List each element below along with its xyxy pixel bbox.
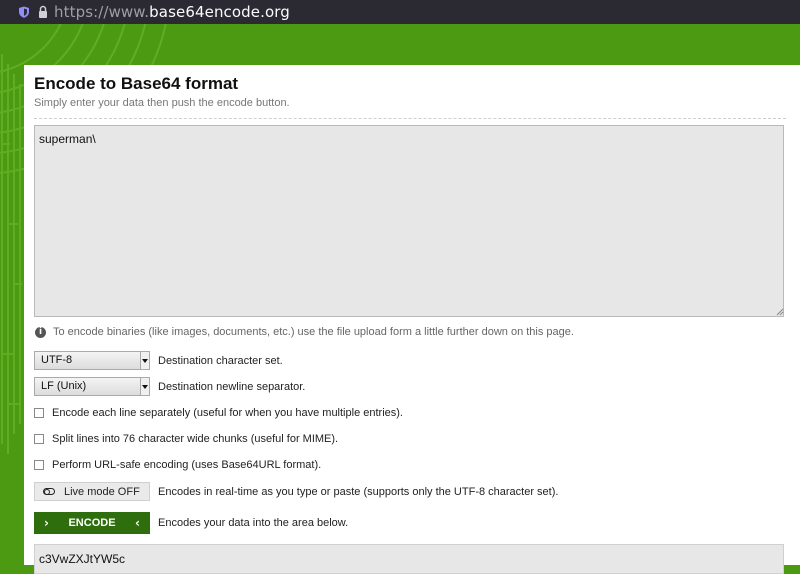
page-subtitle: Simply enter your data then push the enc… [34,97,290,109]
url-safe-label[interactable]: Perform URL-safe encoding (uses Base64UR… [52,459,321,471]
resize-grip-icon[interactable] [776,308,784,316]
newline-select[interactable]: LF (Unix) [34,377,150,396]
chevron-down-icon[interactable] [140,378,149,395]
split-lines-label[interactable]: Split lines into 76 character wide chunk… [52,433,338,445]
info-note: i To encode binaries (like images, docum… [35,326,574,338]
encode-button[interactable]: › ENCODE ‹ [34,512,150,534]
option-split-lines[interactable]: Split lines into 76 character wide chunk… [34,433,338,445]
chevron-right-icon: › [44,516,49,530]
toggle-icon [43,488,55,495]
encode-description: Encodes your data into the area below. [158,517,349,529]
live-mode-label: Live mode OFF [64,485,140,498]
charset-row: UTF-8 Destination character set. [34,351,283,370]
lock-icon[interactable] [37,5,49,19]
source-input[interactable]: superman\ [34,125,784,317]
url-safe-checkbox[interactable] [34,460,44,470]
live-mode-row: Live mode OFF Encodes in real-time as yo… [34,482,558,501]
info-icon: i [35,326,46,338]
encode-each-line-checkbox[interactable] [34,408,44,418]
encode-row: › ENCODE ‹ Encodes your data into the ar… [34,512,348,534]
divider [34,118,786,119]
url-scheme: https://www. [54,3,150,21]
encode-button-label: ENCODE [68,517,116,529]
url-text[interactable]: https://www.base64encode.org [54,3,290,21]
option-url-safe[interactable]: Perform URL-safe encoding (uses Base64UR… [34,459,321,471]
chevron-left-icon: ‹ [135,516,140,530]
page-title: Encode to Base64 format [34,74,239,93]
newline-row: LF (Unix) Destination newline separator. [34,377,305,396]
charset-selected: UTF-8 [41,354,73,366]
info-text: To encode binaries (like images, documen… [53,326,574,338]
live-mode-description: Encodes in real-time as you type or past… [158,485,559,498]
live-mode-button[interactable]: Live mode OFF [34,482,150,501]
chevron-down-icon[interactable] [140,352,149,369]
split-lines-checkbox[interactable] [34,434,44,444]
newline-selected: LF (Unix) [41,380,87,392]
encode-panel: Encode to Base64 format Simply enter you… [24,65,800,574]
charset-label: Destination character set. [158,354,283,367]
url-host: base64encode.org [149,3,290,21]
shield-icon[interactable] [18,6,30,18]
charset-select[interactable]: UTF-8 [34,351,150,370]
browser-address-bar[interactable]: https://www.base64encode.org [0,0,800,24]
encode-each-line-label[interactable]: Encode each line separately (useful for … [52,407,403,419]
newline-label: Destination newline separator. [158,380,306,393]
option-encode-each-line[interactable]: Encode each line separately (useful for … [34,407,403,419]
output-result[interactable]: c3VwZXJtYW5c [34,544,784,574]
